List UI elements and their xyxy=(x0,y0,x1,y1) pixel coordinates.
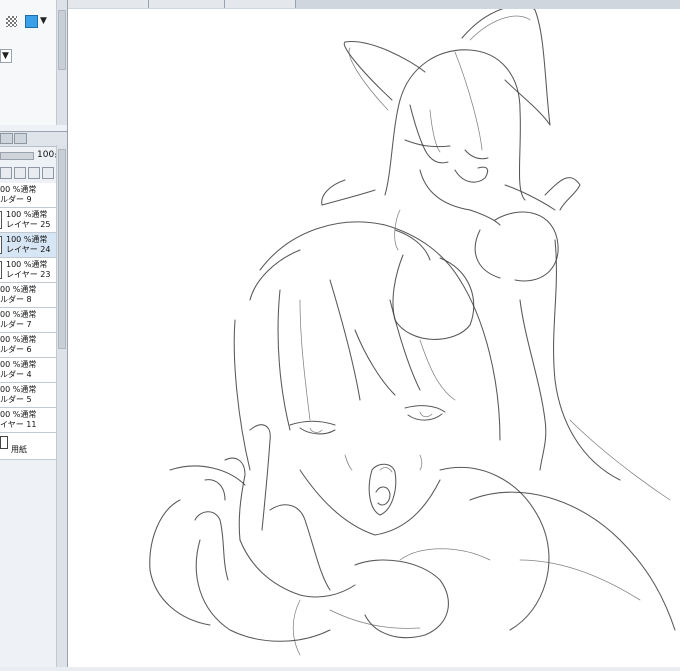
tool-panel-scrollbar[interactable] xyxy=(56,0,67,125)
panel-tab[interactable] xyxy=(0,133,13,144)
chevron-down-icon: ▼ xyxy=(2,51,9,61)
layer-row[interactable]: 00 %通常 ルダー 4 xyxy=(0,358,56,383)
layer-name-label: ルダー 9 xyxy=(0,195,32,204)
layer-blend-label: 100 %通常 xyxy=(6,235,48,244)
layer-row[interactable]: 00 %通常 ルダー 9 xyxy=(0,183,56,208)
layer-name-label: ルダー 5 xyxy=(0,395,32,404)
paper-layer-icon xyxy=(0,436,8,449)
layer-blend-label: 00 %通常 xyxy=(0,185,37,194)
layer-blend-label: 100 %通常 xyxy=(6,210,48,219)
back-figure-sketch xyxy=(343,4,671,501)
layer-name-label: ルダー 4 xyxy=(0,370,32,379)
layer-row[interactable]: 00 %通常 イヤー 11 xyxy=(0,408,56,433)
layer-name-label: レイヤー 24 xyxy=(6,245,51,254)
layer-blend-label: 00 %通常 xyxy=(0,285,37,294)
new-layer-icon[interactable] xyxy=(14,167,26,179)
chevron-down-icon[interactable]: ▼ xyxy=(40,16,47,26)
new-folder-icon[interactable] xyxy=(28,167,40,179)
layer-blend-label: 00 %通常 xyxy=(0,310,37,319)
opacity-slider[interactable] xyxy=(0,152,34,160)
canvas-tab[interactable] xyxy=(68,0,149,8)
layer-list-scrollbar[interactable] xyxy=(56,145,67,667)
layer-name-label: レイヤー 23 xyxy=(6,270,51,279)
sketch-drawing xyxy=(149,4,676,656)
color-toolbar: ▼ xyxy=(0,12,56,32)
layer-name-label: レイヤー 25 xyxy=(6,220,51,229)
layer-blend-label: 00 %通常 xyxy=(0,385,37,394)
transparency-checker-icon[interactable] xyxy=(6,16,17,27)
layer-name-label: ルダー 7 xyxy=(0,320,32,329)
layer-name-label: イヤー 11 xyxy=(0,420,37,429)
layer-row[interactable]: 100 %通常 レイヤー 25 xyxy=(0,208,56,233)
layer-list: 00 %通常 ルダー 9 100 %通常 レイヤー 25 100 %通常 レイヤー 24 1… xyxy=(0,183,56,460)
layer-thumbnail xyxy=(0,261,2,279)
layer-blend-label: 00 %通常 xyxy=(0,360,37,369)
layer-row[interactable]: 00 %通常 ルダー 6 xyxy=(0,333,56,358)
layer-name-label: ルダー 8 xyxy=(0,295,32,304)
layer-row[interactable]: 00 %通常 ルダー 5 xyxy=(0,383,56,408)
layer-blend-label: 00 %通常 xyxy=(0,335,37,344)
layer-thumbnail xyxy=(0,211,2,229)
paper-layer-row[interactable]: 用紙 xyxy=(0,433,56,460)
scrollbar-thumb[interactable] xyxy=(58,149,66,349)
layer-row[interactable]: 00 %通常 ルダー 7 xyxy=(0,308,56,333)
paper-layer-label: 用紙 xyxy=(11,445,27,454)
scrollbar-thumb[interactable] xyxy=(58,10,66,70)
layer-row[interactable]: 100 %通常 レイヤー 23 xyxy=(0,258,56,283)
canvas-tab[interactable] xyxy=(225,0,296,8)
layer-blend-label: 100 %通常 xyxy=(6,260,48,269)
left-sidebar: ▼ ▼ 100 ▲▼ 00 %通常ルダー 9100 %通常レイヤー 25100 … xyxy=(0,0,68,667)
layer-mask-icon[interactable] xyxy=(0,167,12,179)
canvas-tab[interactable] xyxy=(149,0,225,8)
layer-row[interactable]: 100 %通常 レイヤー 24 xyxy=(0,233,56,258)
layer-name-label: ルダー 6 xyxy=(0,345,32,354)
color-swatch-icon[interactable] xyxy=(25,15,38,28)
layer-row[interactable]: 00 %通常 ルダー 8 xyxy=(0,283,56,308)
drawing-canvas[interactable] xyxy=(68,4,680,667)
layer-thumbnail xyxy=(0,236,2,254)
front-figure-sketch xyxy=(149,179,676,656)
tool-property-panel: ▼ ▼ xyxy=(0,0,57,125)
layer-blend-label: 00 %通常 xyxy=(0,410,37,419)
dropdown-select[interactable]: ▼ xyxy=(0,49,12,63)
opacity-value[interactable]: 100 xyxy=(37,150,54,160)
delete-layer-icon[interactable] xyxy=(42,167,54,179)
panel-tab[interactable] xyxy=(14,133,27,144)
